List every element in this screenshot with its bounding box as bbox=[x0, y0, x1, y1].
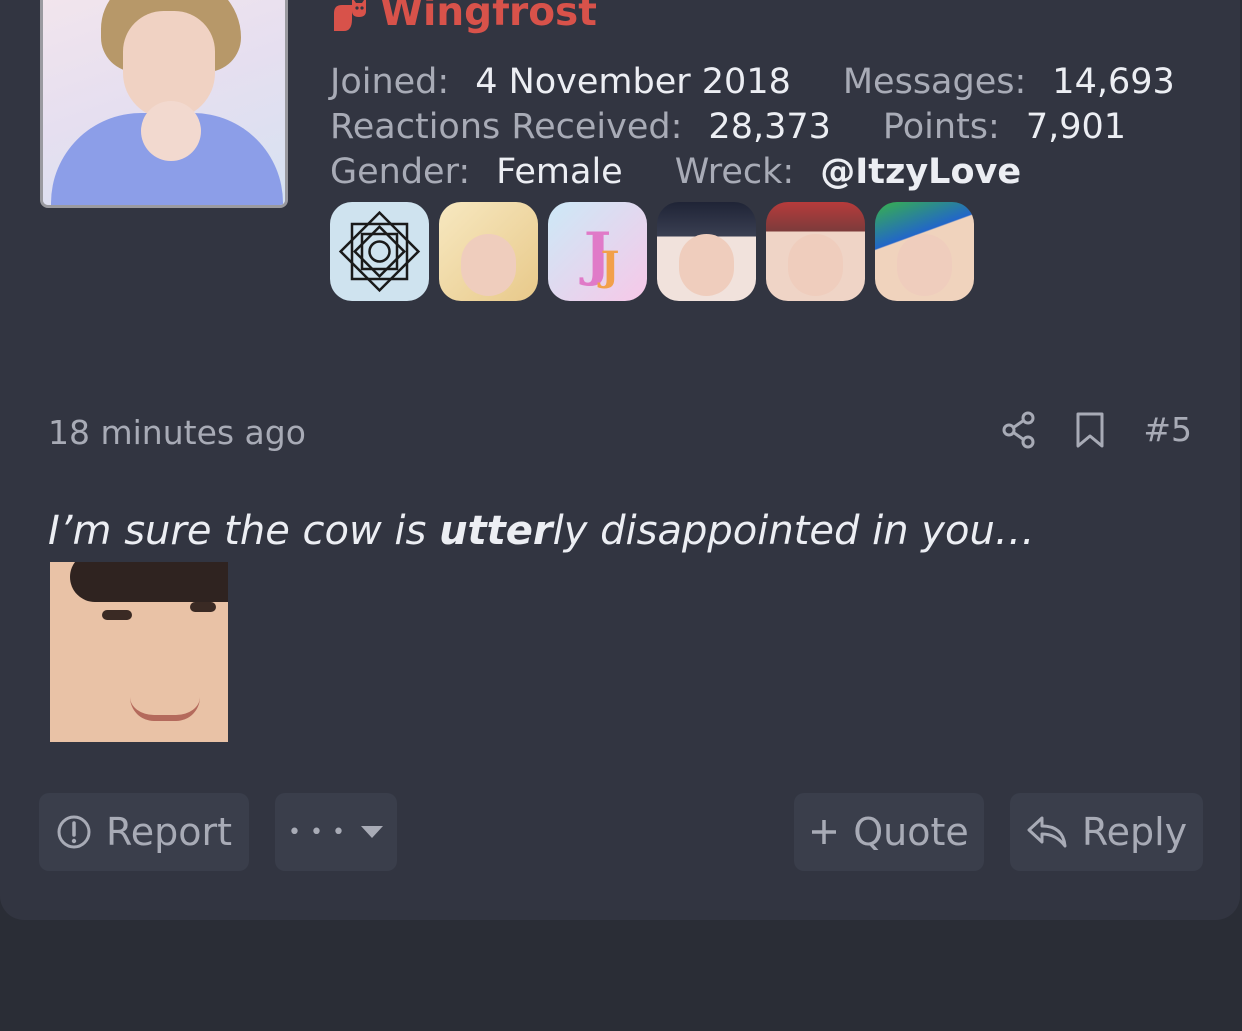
badge-jj-logo-icon[interactable]: J J bbox=[548, 202, 647, 301]
wreck-value[interactable]: @ItzyLove bbox=[820, 152, 1021, 192]
reactions-label: Reactions Received: bbox=[330, 107, 683, 147]
reactions-value: 28,373 bbox=[708, 107, 831, 147]
message-text-bold: utter bbox=[439, 508, 553, 554]
svg-text:J: J bbox=[598, 243, 620, 290]
badge-geometric-icon[interactable] bbox=[330, 202, 429, 301]
post-message: I’m sure the cow is utterly disappointed… bbox=[48, 508, 1035, 554]
share-icon[interactable] bbox=[1001, 411, 1037, 449]
reply-arrow-icon bbox=[1027, 816, 1067, 848]
message-text-2: ly disappointed in you… bbox=[552, 508, 1035, 554]
smirk-emote-image bbox=[50, 562, 228, 742]
badge-red-hair-portrait-icon[interactable] bbox=[766, 202, 865, 301]
quote-button[interactable]: Quote bbox=[794, 793, 984, 871]
bookmark-icon[interactable] bbox=[1075, 411, 1105, 449]
messages-value[interactable]: 14,693 bbox=[1052, 62, 1174, 102]
user-avatar[interactable] bbox=[40, 0, 288, 208]
points-label: Points: bbox=[882, 107, 1000, 147]
more-options-button[interactable]: • • • bbox=[275, 793, 397, 871]
reply-button[interactable]: Reply bbox=[1010, 793, 1203, 871]
badge-beanie-portrait-icon[interactable] bbox=[875, 202, 974, 301]
joined-value: 4 November 2018 bbox=[475, 62, 791, 102]
plus-icon bbox=[812, 820, 837, 844]
user-stats-row-1: Joined: 4 November 2018 Messages: 14,693 bbox=[330, 62, 1175, 102]
username-link[interactable]: Wingfrost bbox=[330, 0, 597, 35]
messages-label: Messages: bbox=[842, 62, 1027, 102]
user-badges: J J bbox=[330, 202, 974, 301]
caret-down-icon bbox=[360, 826, 383, 838]
badge-dark-hair-portrait-icon[interactable] bbox=[657, 202, 756, 301]
badge-blonde-portrait-icon[interactable] bbox=[439, 202, 538, 301]
post-meta-actions: #5 bbox=[1001, 410, 1192, 449]
cat-icon bbox=[334, 0, 366, 31]
reply-label: Reply bbox=[1081, 810, 1188, 854]
username-text: Wingfrost bbox=[380, 0, 597, 35]
user-stats-row-2: Reactions Received: 28,373 Points: 7,901 bbox=[330, 107, 1126, 147]
user-stats-row-3: Gender: Female Wreck: @ItzyLove bbox=[330, 152, 1021, 192]
points-value[interactable]: 7,901 bbox=[1026, 107, 1126, 147]
more-dots-icon: • • • bbox=[288, 819, 346, 845]
post-time[interactable]: 18 minutes ago bbox=[48, 413, 306, 452]
message-text-1: I’m sure the cow is bbox=[48, 508, 440, 554]
alert-circle-icon bbox=[57, 815, 91, 849]
gender-value: Female bbox=[496, 152, 623, 192]
gender-label: Gender: bbox=[330, 152, 471, 192]
wreck-label: Wreck: bbox=[674, 152, 795, 192]
report-button[interactable]: Report bbox=[39, 793, 249, 871]
quote-label: Quote bbox=[853, 810, 969, 854]
joined-label: Joined: bbox=[330, 62, 450, 102]
post-number-link[interactable]: #5 bbox=[1143, 410, 1192, 449]
report-label: Report bbox=[106, 810, 232, 854]
